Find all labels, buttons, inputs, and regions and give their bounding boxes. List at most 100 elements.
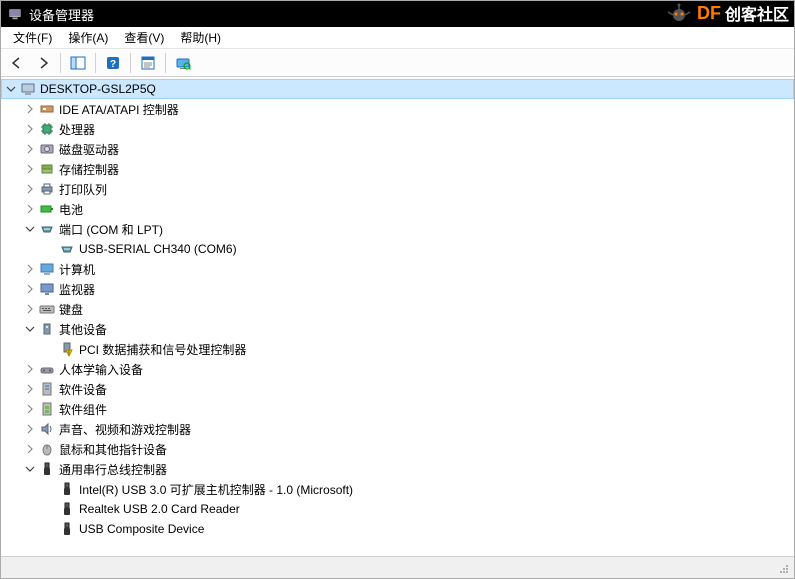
expand-icon[interactable] xyxy=(23,362,37,376)
tree-category-swdev[interactable]: 软件设备 xyxy=(1,379,794,399)
expand-icon[interactable] xyxy=(23,142,37,156)
forward-button[interactable] xyxy=(31,52,55,74)
usb-icon xyxy=(59,501,75,517)
scan-hardware-button[interactable] xyxy=(171,52,195,74)
tree-category-disk[interactable]: 磁盘驱动器 xyxy=(1,139,794,159)
watermark: DF 创客社区 xyxy=(665,0,789,26)
expand-icon[interactable] xyxy=(23,162,37,176)
storage-icon xyxy=(39,161,55,177)
menu-help[interactable]: 帮助(H) xyxy=(172,27,229,48)
tree-category-battery[interactable]: 电池 xyxy=(1,199,794,219)
collapse-icon[interactable] xyxy=(4,82,18,96)
show-hide-tree-button[interactable] xyxy=(66,52,90,74)
cpu-icon xyxy=(39,121,55,137)
monitor-icon xyxy=(39,281,55,297)
ide-icon xyxy=(39,101,55,117)
toolbar-separator xyxy=(130,53,131,73)
tree-category-swcomp[interactable]: 软件组件 xyxy=(1,399,794,419)
expand-icon[interactable] xyxy=(23,102,37,116)
tree-category-ide[interactable]: IDE ATA/ATAPI 控制器 xyxy=(1,99,794,119)
tree-category-printq[interactable]: 打印队列 xyxy=(1,179,794,199)
expand-icon[interactable] xyxy=(23,422,37,436)
status-bar xyxy=(1,556,794,578)
node-label: IDE ATA/ATAPI 控制器 xyxy=(59,101,185,118)
toolbar-separator xyxy=(165,53,166,73)
window-title: 设备管理器 xyxy=(29,5,94,24)
tree-category-cpu[interactable]: 处理器 xyxy=(1,119,794,139)
resize-grip-icon[interactable] xyxy=(776,561,790,575)
tree-device-usb-intel[interactable]: Intel(R) USB 3.0 可扩展主机控制器 - 1.0 (Microso… xyxy=(1,479,794,499)
disk-icon xyxy=(39,141,55,157)
expand-icon[interactable] xyxy=(23,302,37,316)
menu-file[interactable]: 文件(F) xyxy=(5,27,60,48)
node-label: 声音、视频和游戏控制器 xyxy=(59,421,197,438)
expand-icon[interactable] xyxy=(23,122,37,136)
menu-action[interactable]: 操作(A) xyxy=(60,27,116,48)
tree-device-usb-realtek[interactable]: Realtek USB 2.0 Card Reader xyxy=(1,499,794,519)
keyboard-icon xyxy=(39,301,55,317)
tree-category-keyboard[interactable]: 键盘 xyxy=(1,299,794,319)
back-button[interactable] xyxy=(5,52,29,74)
node-label: Intel(R) USB 3.0 可扩展主机控制器 - 1.0 (Microso… xyxy=(79,481,359,498)
properties-button[interactable] xyxy=(136,52,160,74)
tree-category-usb[interactable]: 通用串行总线控制器 xyxy=(1,459,794,479)
port-icon xyxy=(59,241,75,257)
warning-device-icon: ! xyxy=(59,341,75,357)
node-label: 键盘 xyxy=(59,301,89,318)
computer-icon xyxy=(20,81,36,97)
menu-view[interactable]: 查看(V) xyxy=(116,27,172,48)
tree-category-sound[interactable]: 声音、视频和游戏控制器 xyxy=(1,419,794,439)
expand-icon[interactable] xyxy=(23,282,37,296)
printer-icon xyxy=(39,181,55,197)
hid-icon xyxy=(39,361,55,377)
watermark-text: 创客社区 xyxy=(725,1,789,25)
software-icon xyxy=(39,381,55,397)
node-label: 处理器 xyxy=(59,121,101,138)
expand-icon[interactable] xyxy=(23,442,37,456)
computer-icon xyxy=(39,261,55,277)
node-label: 其他设备 xyxy=(59,321,113,338)
usb-icon xyxy=(59,481,75,497)
toolbar-separator xyxy=(95,53,96,73)
tree-category-ports[interactable]: 端口 (COM 和 LPT) xyxy=(1,219,794,239)
expand-icon[interactable] xyxy=(23,262,37,276)
node-label: 电池 xyxy=(59,201,89,218)
node-label: USB-SERIAL CH340 (COM6) xyxy=(79,242,243,256)
port-icon xyxy=(39,221,55,237)
expand-icon[interactable] xyxy=(23,182,37,196)
tree-category-computer[interactable]: 计算机 xyxy=(1,259,794,279)
tree-device-ch340[interactable]: USB-SERIAL CH340 (COM6) xyxy=(1,239,794,259)
tree-category-hid[interactable]: 人体学输入设备 xyxy=(1,359,794,379)
other-icon xyxy=(39,321,55,337)
node-label: USB Composite Device xyxy=(79,522,210,536)
tree-category-monitor[interactable]: 监视器 xyxy=(1,279,794,299)
usb-icon xyxy=(39,461,55,477)
watermark-brand: DF xyxy=(697,3,721,24)
mouse-icon xyxy=(39,441,55,457)
node-label: 鼠标和其他指针设备 xyxy=(59,441,173,458)
tree-category-mouse[interactable]: 鼠标和其他指针设备 xyxy=(1,439,794,459)
expand-icon[interactable] xyxy=(23,202,37,216)
tree-root-label: DESKTOP-GSL2P5Q xyxy=(40,82,162,96)
tree-category-other[interactable]: 其他设备 xyxy=(1,319,794,339)
battery-icon xyxy=(39,201,55,217)
robot-icon xyxy=(665,3,693,23)
collapse-icon[interactable] xyxy=(23,222,37,236)
tree-device-pci[interactable]: ! PCI 数据捕获和信号处理控制器 xyxy=(1,339,794,359)
collapse-icon[interactable] xyxy=(23,322,37,336)
collapse-icon[interactable] xyxy=(23,462,37,476)
expand-icon[interactable] xyxy=(23,402,37,416)
device-tree[interactable]: DESKTOP-GSL2P5Q IDE ATA/ATAPI 控制器 处理器 xyxy=(1,77,794,556)
toolbar-separator xyxy=(60,53,61,73)
tree-root[interactable]: DESKTOP-GSL2P5Q xyxy=(1,79,794,99)
software-component-icon xyxy=(39,401,55,417)
help-button[interactable]: ? xyxy=(101,52,125,74)
node-label: 打印队列 xyxy=(59,181,113,198)
node-label: 软件设备 xyxy=(59,381,113,398)
toolbar: ? xyxy=(1,49,794,77)
expand-icon[interactable] xyxy=(23,382,37,396)
node-label: PCI 数据捕获和信号处理控制器 xyxy=(79,341,252,358)
tree-category-storage[interactable]: 存储控制器 xyxy=(1,159,794,179)
node-label: Realtek USB 2.0 Card Reader xyxy=(79,502,246,516)
tree-device-usb-composite[interactable]: USB Composite Device xyxy=(1,519,794,539)
